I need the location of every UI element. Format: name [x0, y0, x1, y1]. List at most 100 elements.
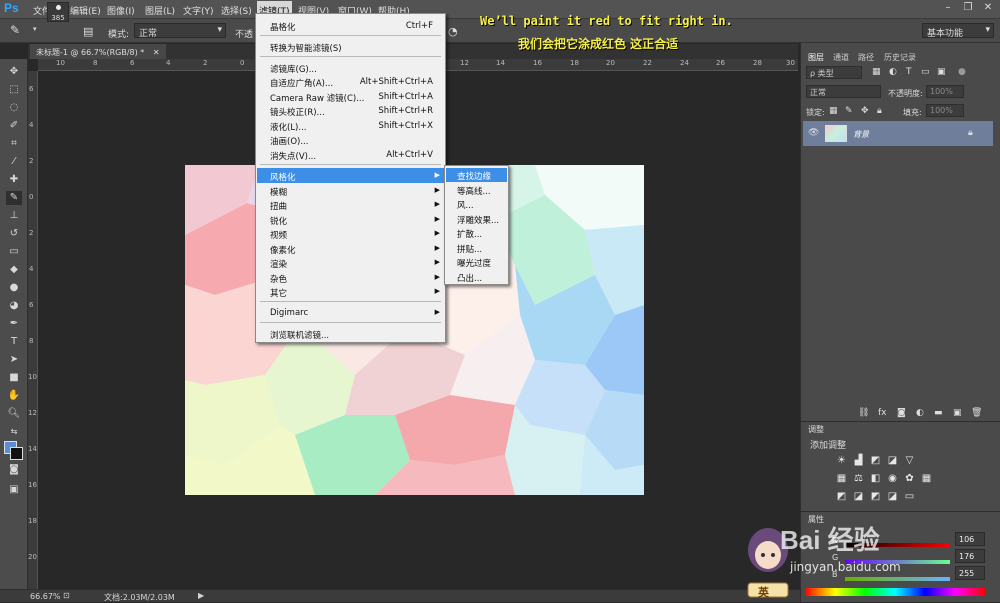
pen-tool-icon[interactable]: ✒ — [6, 317, 22, 331]
channel-mixer-icon[interactable]: ✿ — [904, 473, 915, 484]
status-preview-icon[interactable]: ⊡ — [63, 591, 70, 600]
menu-item-liquify[interactable]: 液化(L)... — [270, 121, 306, 133]
close-tab-icon[interactable]: ✕ — [153, 48, 160, 57]
zoom-tool-icon[interactable]: 🔍︎ — [6, 407, 22, 421]
menu-item-sharpen[interactable]: 锐化 — [270, 215, 287, 227]
layer-style-icon[interactable]: fx — [878, 408, 887, 418]
tab-adjustments[interactable]: 调整 — [808, 424, 824, 435]
menu-item-digimarc[interactable]: Digimarc — [270, 308, 308, 318]
selective-color-icon[interactable]: ◪ — [887, 491, 898, 502]
quick-mask-icon[interactable]: ◙ — [6, 463, 22, 477]
invert-icon[interactable]: ◩ — [836, 491, 847, 502]
menu-item-filter-gallery[interactable]: 滤镜库(G)... — [270, 63, 317, 75]
delete-layer-icon[interactable]: 🗑︎ — [971, 408, 982, 418]
fill-input[interactable]: 100% — [926, 104, 964, 117]
menu-select[interactable]: 选择(S) — [221, 4, 252, 17]
submenu-item-wind[interactable]: 风... — [457, 199, 474, 211]
submenu-item-tiles[interactable]: 拼贴... — [457, 243, 482, 255]
menu-item-vanishing-point[interactable]: 消失点(V)... — [270, 150, 316, 162]
filter-type-icon[interactable]: T — [906, 67, 912, 77]
blue-value-input[interactable]: 255 — [955, 566, 985, 580]
black-white-icon[interactable]: ◧ — [870, 473, 881, 484]
brightness-icon[interactable]: ☀ — [836, 455, 847, 466]
submenu-item-emboss[interactable]: 浮雕效果... — [457, 214, 499, 226]
rectangle-tool-icon[interactable]: ■ — [6, 371, 22, 385]
vibrance-icon[interactable]: ▽ — [904, 455, 915, 466]
layer-visibility-eye-icon[interactable]: 👁︎ — [808, 128, 819, 138]
curves-icon[interactable]: ◩ — [870, 455, 881, 466]
new-adjustment-icon[interactable]: ◐ — [916, 408, 924, 418]
tab-paths[interactable]: 路径 — [858, 52, 874, 63]
background-color-swatch[interactable] — [10, 447, 23, 460]
gradient-map-icon[interactable]: ▭ — [904, 491, 915, 502]
eraser-tool-icon[interactable]: ▭ — [6, 245, 22, 259]
eyedropper-tool-icon[interactable]: ⁄ — [6, 155, 22, 169]
healing-brush-tool-icon[interactable]: ✚ — [6, 173, 22, 187]
exposure-icon[interactable]: ◪ — [887, 455, 898, 466]
menu-item-oil-paint[interactable]: 油画(O)... — [270, 135, 308, 147]
menu-item-last-filter[interactable]: 晶格化 — [270, 21, 296, 33]
menu-edit[interactable]: 编辑(E) — [70, 4, 101, 17]
minimize-icon[interactable]: – — [938, 2, 958, 16]
path-select-tool-icon[interactable]: ➤ — [6, 353, 22, 367]
red-value-input[interactable]: 106 — [955, 532, 985, 546]
submenu-item-contour[interactable]: 等高线... — [457, 185, 491, 197]
filter-adjust-icon[interactable]: ◐ — [889, 67, 897, 77]
lock-paint-icon[interactable]: ✎ — [845, 106, 853, 116]
menu-layer[interactable]: 图层(L) — [145, 4, 175, 17]
tab-layers[interactable]: 图层 — [808, 52, 824, 63]
submenu-item-solarize[interactable]: 曝光过度 — [457, 257, 491, 269]
menu-item-convert-smart[interactable]: 转换为智能滤镜(S) — [270, 42, 342, 54]
submenu-item-extrude[interactable]: 凸出... — [457, 272, 482, 284]
menu-type[interactable]: 文字(Y) — [183, 4, 214, 17]
menu-item-noise[interactable]: 杂色 — [270, 273, 287, 285]
layer-mask-icon[interactable]: ◙ — [897, 408, 906, 418]
restore-icon[interactable]: ❐ — [958, 2, 978, 16]
lock-pixels-icon[interactable]: ▦ — [829, 106, 838, 116]
layer-kind-filter[interactable]: ρ 类型 — [806, 66, 862, 79]
filter-pixel-icon[interactable]: ▦ — [872, 67, 881, 77]
color-balance-icon[interactable]: ⚖ — [853, 473, 864, 484]
screen-mode-icon[interactable]: ▣ — [6, 483, 22, 497]
lock-position-icon[interactable]: ✥ — [861, 106, 869, 116]
color-lookup-icon[interactable]: ▦ — [921, 473, 932, 484]
brush-panel-icon[interactable]: ▤ — [83, 25, 93, 38]
paint-bucket-tool-icon[interactable]: ◆ — [6, 263, 22, 277]
menu-item-browse-online[interactable]: 浏览联机滤镜... — [270, 329, 329, 341]
menu-image[interactable]: 图像(I) — [107, 4, 135, 17]
layer-blend-mode-select[interactable]: 正常 — [806, 85, 881, 98]
menu-item-other[interactable]: 其它 — [270, 287, 287, 299]
mode-select[interactable]: 正常 ▾ — [134, 23, 226, 39]
submenu-item-find-edges[interactable]: 查找边缘 — [457, 170, 491, 182]
filter-shape-icon[interactable]: ▭ — [921, 67, 930, 77]
lasso-tool-icon[interactable]: ◌ — [6, 101, 22, 115]
menu-item-stylize[interactable]: 风格化 — [270, 171, 296, 183]
filter-toggle-icon[interactable]: ● — [958, 67, 966, 77]
posterize-icon[interactable]: ◪ — [853, 491, 864, 502]
pressure-size-icon[interactable]: ◔ — [448, 25, 458, 38]
menu-item-blur[interactable]: 模糊 — [270, 186, 287, 198]
status-menu-arrow-icon[interactable]: ▶ — [198, 591, 204, 600]
brush-tool-icon[interactable]: ✎ — [6, 191, 22, 205]
threshold-icon[interactable]: ◩ — [870, 491, 881, 502]
menu-item-video[interactable]: 视频 — [270, 229, 287, 241]
move-tool-icon[interactable]: ✥ — [6, 65, 22, 79]
type-tool-icon[interactable]: T — [6, 335, 22, 349]
brush-tool-icon[interactable]: ✎ — [10, 23, 20, 37]
swap-colors-icon[interactable]: ⇆ — [6, 425, 22, 439]
levels-icon[interactable]: ▟ — [853, 455, 864, 466]
menu-item-adaptive-wide-angle[interactable]: 自适应广角(A)... — [270, 77, 333, 89]
tool-preset-chevron-icon[interactable]: ▾ — [33, 25, 37, 33]
submenu-item-diffuse[interactable]: 扩散... — [457, 228, 482, 240]
clone-stamp-tool-icon[interactable]: ⊥ — [6, 209, 22, 223]
marquee-tool-icon[interactable]: ⬚ — [6, 83, 22, 97]
history-brush-tool-icon[interactable]: ↺ — [6, 227, 22, 241]
photo-filter-icon[interactable]: ◉ — [887, 473, 898, 484]
menu-item-pixelate[interactable]: 像素化 — [270, 244, 296, 256]
blur-tool-icon[interactable]: ● — [6, 281, 22, 295]
workspace-select[interactable]: 基本功能 ▾ — [922, 23, 994, 39]
zoom-level[interactable]: 66.67% — [30, 592, 61, 601]
tab-history[interactable]: 历史记录 — [884, 52, 916, 63]
layer-name[interactable]: 背景 — [853, 129, 869, 140]
crop-tool-icon[interactable]: ⌗ — [6, 137, 22, 151]
